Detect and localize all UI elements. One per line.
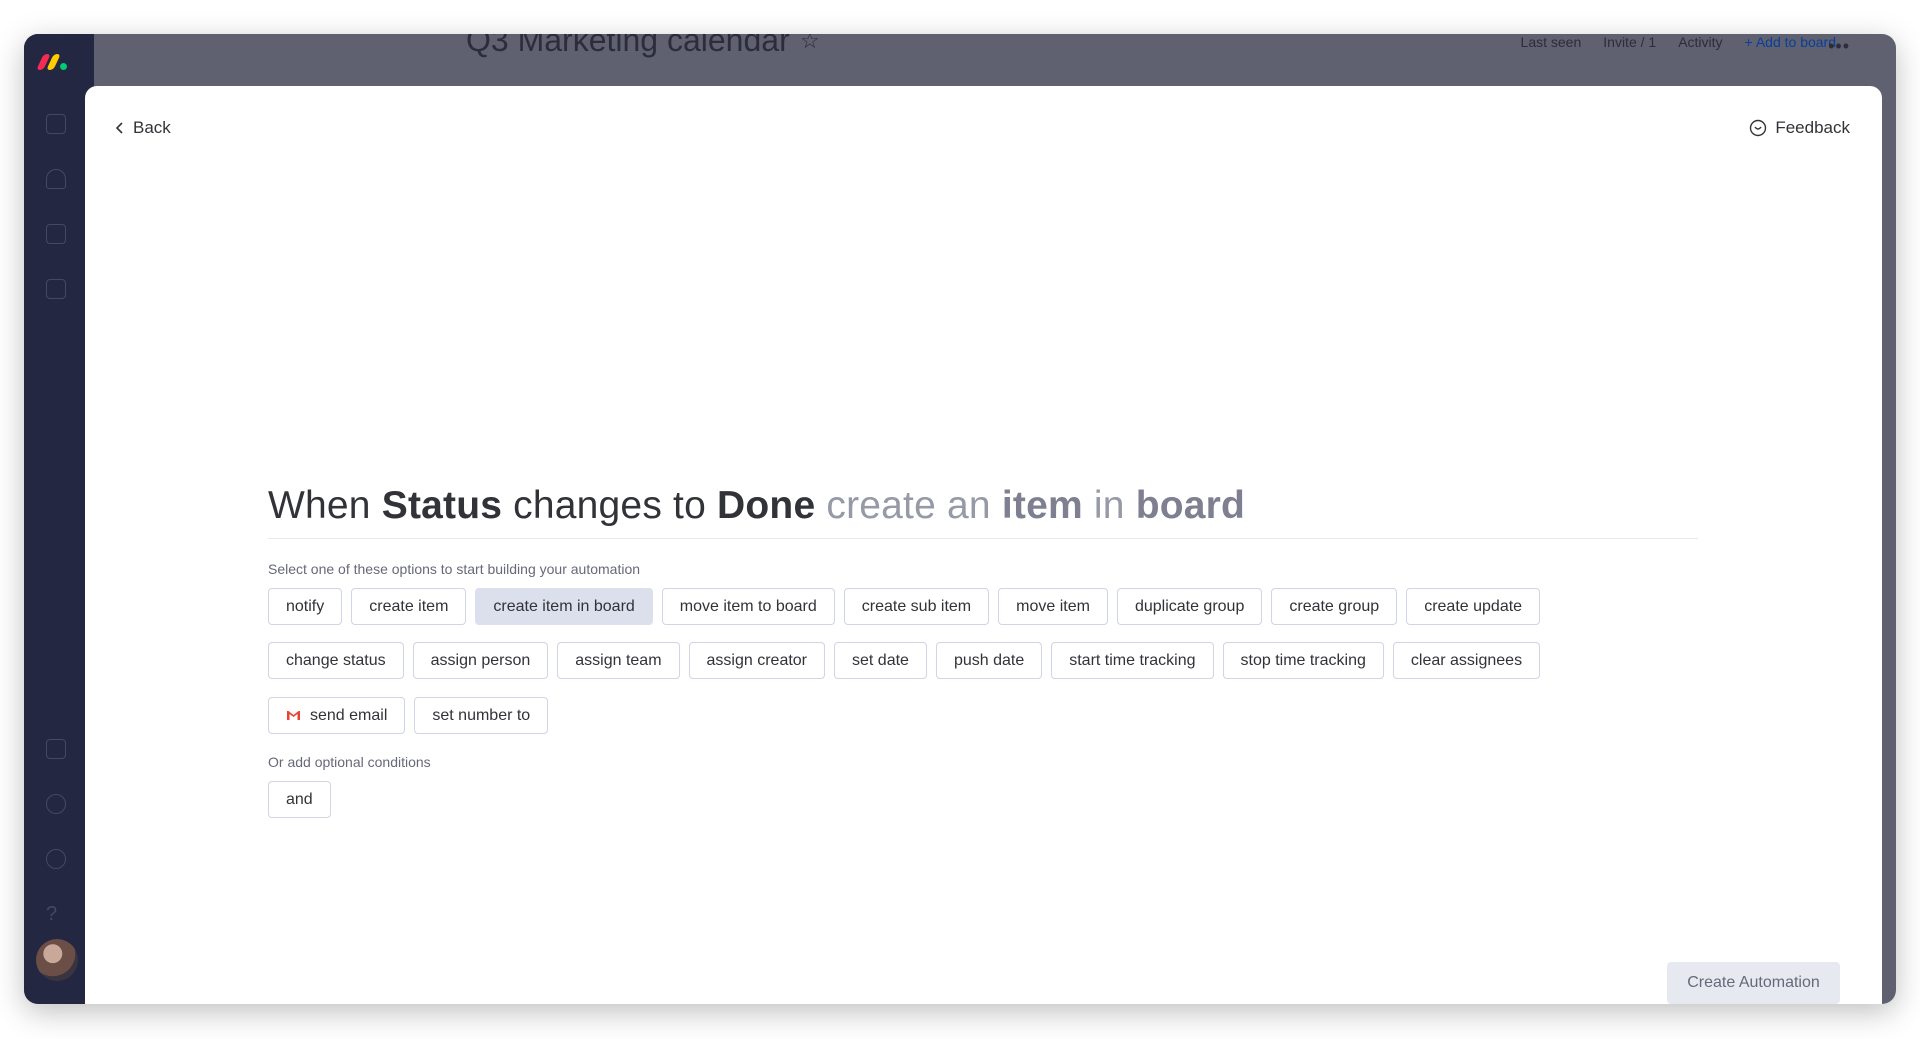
last-seen-label[interactable]: Last seen: [1521, 34, 1582, 50]
send-email-label: send email: [310, 706, 388, 724]
action-chip[interactable]: change status: [268, 642, 404, 679]
sentence-create-an: create an: [826, 484, 991, 527]
add-to-board-button[interactable]: + Add to board: [1745, 34, 1836, 50]
action-chip[interactable]: move item to board: [661, 588, 835, 625]
action-chip[interactable]: move item: [998, 588, 1108, 625]
my-work-icon[interactable]: [46, 279, 66, 299]
chevron-left-icon: [115, 122, 123, 134]
action-chip[interactable]: set number to: [414, 697, 549, 734]
automation-sentence: When Status changes to Done create an it…: [268, 484, 1245, 528]
action-chip[interactable]: create group: [1271, 588, 1398, 625]
sentence-changes-to: changes to: [513, 484, 706, 527]
action-chip[interactable]: duplicate group: [1116, 588, 1263, 625]
invite-button[interactable]: Invite / 1: [1603, 34, 1656, 50]
workspace-icon[interactable]: [46, 114, 66, 134]
action-chip[interactable]: assign team: [557, 642, 680, 679]
help-icon[interactable]: ?: [46, 904, 66, 924]
action-chip[interactable]: assign creator: [688, 642, 826, 679]
action-chip[interactable]: create update: [1406, 588, 1541, 625]
left-rail: ?: [24, 34, 94, 1004]
app-window: ? Q3 Marketing calendar ☆ Last seen Invi…: [24, 34, 1896, 1004]
feedback-label: Feedback: [1775, 118, 1850, 137]
actions-row-2: change status assign person assign team …: [268, 642, 1541, 679]
more-dots-icon[interactable]: •••: [1828, 36, 1850, 57]
options-hint: Select one of these options to start bui…: [268, 561, 641, 577]
calendar-icon[interactable]: [46, 739, 66, 759]
send-email-chip[interactable]: send email: [268, 697, 406, 734]
conditions-hint: Or add optional conditions: [268, 754, 431, 770]
action-chip[interactable]: notify: [268, 588, 343, 625]
action-chip[interactable]: create sub item: [843, 588, 990, 625]
header-actions: Last seen Invite / 1 Activity + Add to b…: [1521, 34, 1836, 50]
back-label: Back: [133, 118, 171, 137]
condition-chip-and[interactable]: and: [268, 781, 331, 818]
feedback-button[interactable]: Feedback: [1749, 118, 1850, 138]
action-chip-selected[interactable]: create item in board: [475, 588, 653, 625]
star-icon[interactable]: ☆: [800, 34, 820, 54]
sentence-status-field[interactable]: Status: [382, 484, 502, 527]
sentence-item-field[interactable]: item: [1002, 484, 1083, 527]
sentence-in: in: [1093, 484, 1125, 527]
sentence-board-field[interactable]: board: [1136, 484, 1245, 527]
bell-icon[interactable]: [46, 169, 66, 189]
conditions-row: and: [268, 781, 331, 818]
user-avatar[interactable]: [36, 939, 78, 981]
action-chip[interactable]: create item: [351, 588, 467, 625]
back-button[interactable]: Back: [115, 118, 171, 138]
automation-modal: Back Feedback When Status changes to Don…: [85, 86, 1882, 1004]
action-chip[interactable]: assign person: [412, 642, 549, 679]
action-chip[interactable]: stop time tracking: [1222, 642, 1384, 679]
create-automation-button[interactable]: Create Automation: [1667, 962, 1840, 1004]
activity-button[interactable]: Activity: [1678, 34, 1722, 50]
sentence-done-value[interactable]: Done: [717, 484, 815, 527]
search-icon[interactable]: [46, 849, 66, 869]
sentence-when: When: [268, 484, 371, 527]
board-title: Q3 Marketing calendar: [466, 34, 790, 58]
sentence-divider: [268, 538, 1698, 539]
feedback-icon: [1750, 119, 1767, 137]
invite-members-icon[interactable]: [46, 794, 66, 814]
actions-row-1: notify create item create item in board …: [268, 588, 1541, 625]
action-chip[interactable]: start time tracking: [1051, 642, 1214, 679]
monday-logo[interactable]: [36, 54, 74, 70]
action-chip[interactable]: clear assignees: [1392, 642, 1541, 679]
board-header: Q3 Marketing calendar ☆ Last seen Invite…: [94, 34, 1896, 58]
action-chip[interactable]: push date: [935, 642, 1043, 679]
actions-row-3: send email set number to: [268, 697, 549, 734]
action-chip[interactable]: set date: [834, 642, 927, 679]
gmail-icon: [287, 711, 300, 720]
inbox-icon[interactable]: [46, 224, 66, 244]
